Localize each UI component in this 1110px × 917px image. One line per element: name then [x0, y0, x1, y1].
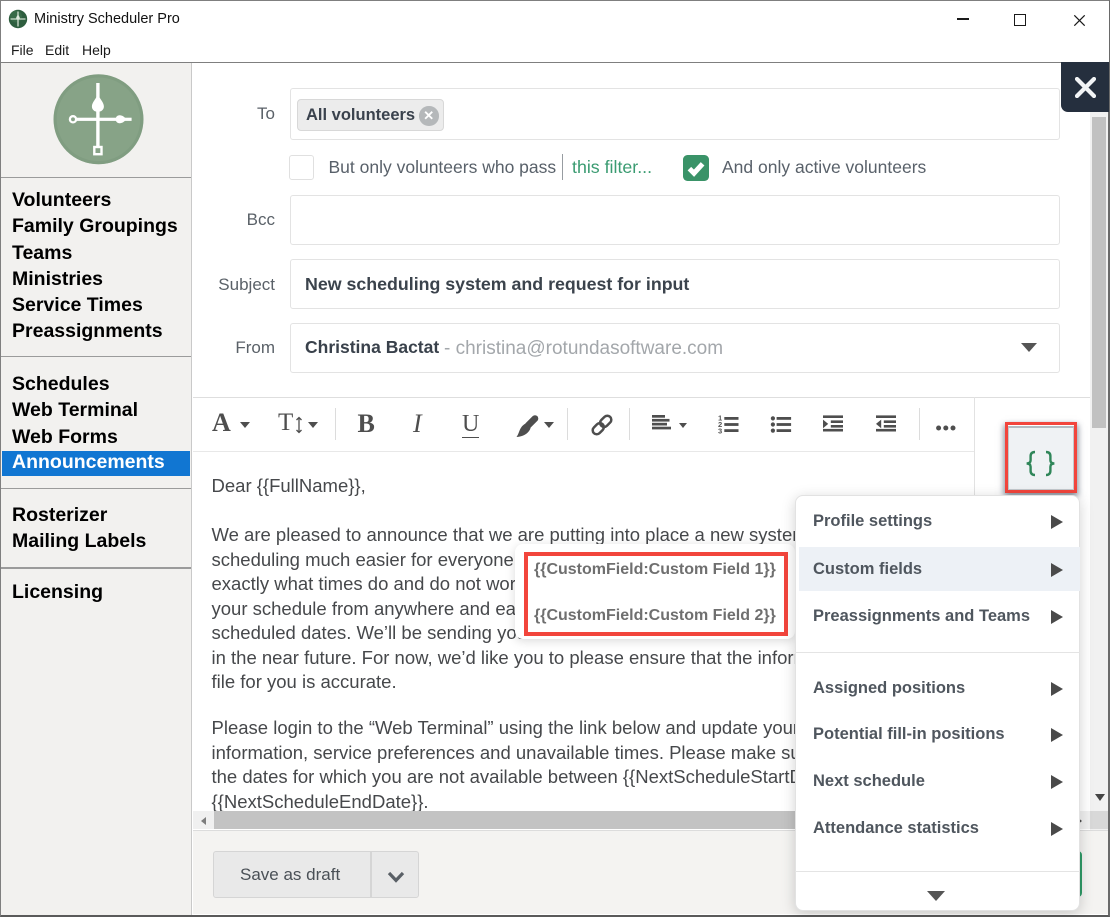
svg-text:3: 3 [718, 426, 722, 434]
